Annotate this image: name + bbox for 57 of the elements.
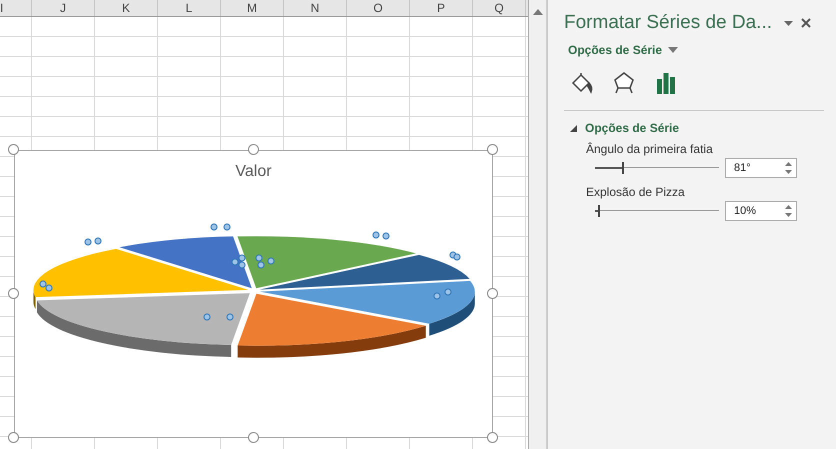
section-title[interactable]: Opções de Série [585,121,680,135]
collapse-triangle-icon[interactable] [570,124,577,132]
spin-field[interactable]: 10% [725,201,797,221]
data-point-marker[interactable] [258,262,264,268]
spin-arrows-icon[interactable] [785,204,792,218]
column-header[interactable]: N [284,0,347,16]
slider-thumb[interactable] [598,205,600,217]
data-point-marker[interactable] [434,292,440,300]
dropdown-caret-icon[interactable] [784,20,794,26]
pie-slice[interactable] [119,236,252,288]
bar-chart-icon [654,71,678,95]
pie-slice[interactable] [259,254,470,290]
data-point-marker[interactable] [238,254,246,262]
column-header[interactable]: I [0,0,32,16]
spin-field[interactable]: 81° [725,158,797,178]
scrollbar[interactable] [529,0,547,449]
data-point-marker[interactable] [232,258,238,266]
pie-slice[interactable] [33,248,248,310]
column-header[interactable]: M [221,0,284,16]
data-point-marker[interactable] [372,232,380,238]
column-header[interactable]: O [347,0,410,16]
pie-slice[interactable] [36,293,250,357]
column-header[interactable]: Q [473,0,526,16]
data-point-marker[interactable] [238,262,246,268]
data-point-marker[interactable] [224,224,230,230]
setting-label: Ângulo da primeira fatia [586,142,714,156]
data-point-marker[interactable] [40,280,46,288]
data-point-marker[interactable] [94,238,102,244]
column-header[interactable]: P [410,0,473,16]
chart-area[interactable]: Valor [14,150,493,438]
paint-bucket-icon [570,71,594,95]
data-point-marker[interactable] [210,224,218,230]
data-point-marker[interactable] [444,288,452,296]
data-point-marker[interactable] [46,284,52,292]
data-point-marker[interactable] [226,314,234,320]
column-header[interactable]: L [158,0,221,16]
data-point-marker[interactable] [454,254,460,260]
column-header[interactable]: J [32,0,95,16]
chart-title: Valor [234,163,273,181]
scroll-up-icon[interactable] [532,9,542,15]
data-point-marker[interactable] [204,314,210,320]
series-options-dropdown[interactable]: Opções de Série [568,43,662,57]
pie-slice[interactable] [237,236,416,288]
data-point-marker[interactable] [256,254,262,262]
data-point-marker[interactable] [382,232,390,240]
close-icon[interactable] [801,18,812,28]
pie-slice[interactable] [238,294,426,358]
data-point-marker[interactable] [268,258,274,264]
panel-title: Formatar Séries de Da... [564,12,772,34]
caret-icon[interactable] [668,47,678,53]
spin-arrows-icon[interactable] [785,161,792,175]
slider-thumb[interactable] [622,162,624,174]
setting-label: Explosão de Pizza [586,185,686,199]
data-point-marker[interactable] [84,238,92,246]
pentagon-icon [612,71,636,95]
pie-slice[interactable] [260,280,475,336]
column-header[interactable]: K [95,0,158,16]
